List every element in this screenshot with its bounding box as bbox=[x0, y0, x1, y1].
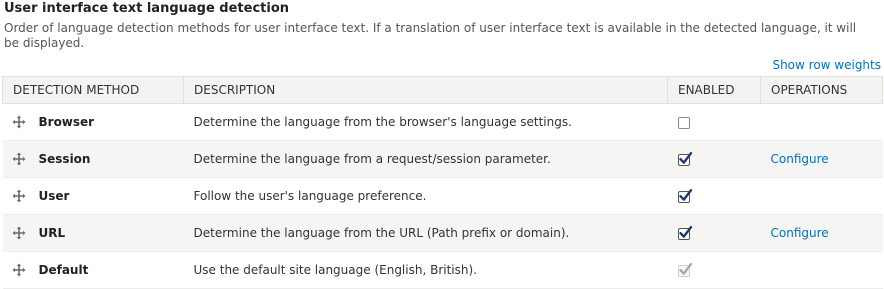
method-description: Follow the user's language preference. bbox=[183, 177, 668, 215]
section-description: Order of language detection methods for … bbox=[4, 21, 857, 50]
method-label: URL bbox=[38, 226, 66, 240]
header-enabled: ENABLED bbox=[667, 76, 761, 104]
language-detection-section: User interface text language detection O… bbox=[0, 0, 884, 289]
enabled-checkbox bbox=[677, 262, 692, 277]
table-row: Browser Determine the language from the b… bbox=[2, 103, 883, 141]
method-cell: URL bbox=[2, 214, 184, 252]
header-operations: OPERATIONS bbox=[760, 76, 883, 104]
method-label: User bbox=[38, 189, 70, 203]
show-row-weights-link[interactable]: Show row weights bbox=[772, 58, 881, 72]
drag-handle-icon[interactable] bbox=[12, 152, 26, 166]
enabled-cell bbox=[667, 103, 761, 141]
table-row: User Follow the user's language preferenc… bbox=[2, 177, 883, 215]
detection-methods-table: DETECTION METHOD DESCRIPTION ENABLED OPE… bbox=[2, 76, 883, 289]
header-description: DESCRIPTION bbox=[183, 76, 668, 104]
checkmark-icon bbox=[678, 262, 692, 275]
method-description: Use the default site language (English, … bbox=[183, 251, 668, 289]
method-label: Default bbox=[38, 263, 89, 277]
drag-handle-icon[interactable] bbox=[12, 226, 26, 240]
checkmark-icon bbox=[678, 225, 692, 238]
operations-cell bbox=[760, 177, 883, 215]
method-label: Browser bbox=[38, 115, 95, 129]
method-description: Determine the language from a request/se… bbox=[183, 140, 668, 178]
enabled-checkbox[interactable] bbox=[677, 188, 692, 203]
configure-link[interactable]: Configure bbox=[771, 226, 829, 240]
enabled-cell bbox=[667, 177, 761, 215]
checkmark-icon bbox=[678, 151, 692, 164]
method-description: Determine the language from the browser'… bbox=[183, 103, 668, 141]
drag-handle-icon[interactable] bbox=[12, 263, 26, 277]
method-cell: Default bbox=[2, 251, 184, 289]
table-row: Session Determine the language from a req… bbox=[2, 140, 883, 178]
operations-cell bbox=[760, 251, 883, 289]
configure-link[interactable]: Configure bbox=[771, 152, 829, 166]
method-label: Session bbox=[38, 152, 91, 166]
method-cell: User bbox=[2, 177, 184, 215]
method-cell: Browser bbox=[2, 103, 184, 141]
table-row: URL Determine the language from the URL (… bbox=[2, 214, 883, 252]
enabled-cell bbox=[667, 251, 761, 289]
enabled-checkbox[interactable] bbox=[677, 151, 692, 166]
drag-handle-icon[interactable] bbox=[12, 189, 26, 203]
enabled-cell bbox=[667, 140, 761, 178]
enabled-cell bbox=[667, 214, 761, 252]
operations-cell: Configure bbox=[760, 140, 883, 178]
enabled-checkbox[interactable] bbox=[677, 225, 692, 240]
table-header-row: DETECTION METHOD DESCRIPTION ENABLED OPE… bbox=[2, 76, 883, 104]
enabled-checkbox[interactable] bbox=[677, 116, 690, 129]
header-detection-method: DETECTION METHOD bbox=[2, 76, 184, 104]
method-cell: Session bbox=[2, 140, 184, 178]
method-description: Determine the language from the URL (Pat… bbox=[183, 214, 668, 252]
checkmark-icon bbox=[678, 188, 692, 201]
drag-handle-icon[interactable] bbox=[12, 115, 26, 129]
operations-cell: Configure bbox=[760, 214, 883, 252]
section-title: User interface text language detection bbox=[4, 1, 290, 16]
table-row: Default Use the default site language (En… bbox=[2, 251, 883, 289]
operations-cell bbox=[760, 103, 883, 141]
detection-methods-body: Browser Determine the language from the b… bbox=[2, 103, 883, 289]
